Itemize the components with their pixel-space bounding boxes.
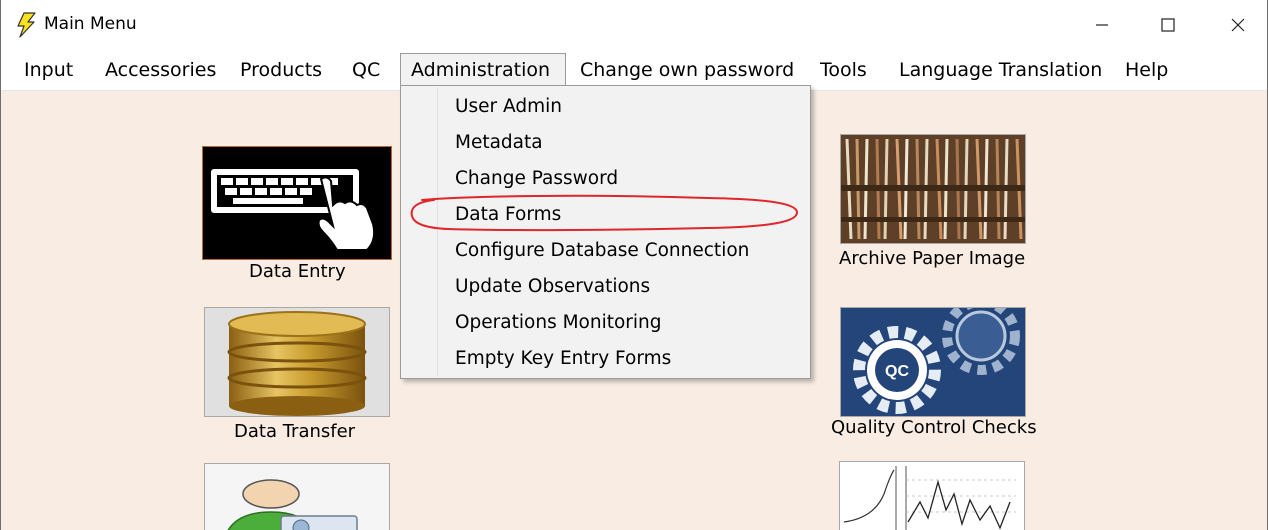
keyboard-hand-icon [202, 146, 392, 260]
menu-item-user-admin[interactable]: User Admin [438, 89, 808, 125]
menu-qc[interactable]: QC [342, 53, 390, 88]
window-title: Main Menu [44, 14, 137, 34]
menu-item-change-password[interactable]: Change Password [438, 161, 808, 197]
user-icon [204, 463, 390, 530]
menu-item-configure-database-connection[interactable]: Configure Database Connection [438, 233, 808, 269]
database-icon [204, 307, 390, 417]
menu-change-own-password[interactable]: Change own password [570, 53, 804, 88]
close-button[interactable] [1202, 0, 1267, 50]
menu-tools[interactable]: Tools [810, 53, 877, 88]
menu-item-metadata[interactable]: Metadata [438, 125, 808, 161]
data-transfer-label: Data Transfer [234, 421, 356, 442]
title-bar: Main Menu [1, 0, 1267, 50]
archive-paper-image-label: Archive Paper Image [839, 248, 1026, 269]
menu-language-translation[interactable]: Language Translation [889, 53, 1112, 88]
close-icon [1231, 18, 1245, 32]
menu-products[interactable]: Products [230, 53, 332, 88]
lightning-bolt-icon [17, 12, 36, 38]
menu-accessories[interactable]: Accessories [95, 53, 226, 88]
menu-item-empty-key-entry-forms[interactable]: Empty Key Entry Forms [438, 341, 808, 377]
minimize-button[interactable] [1066, 0, 1138, 50]
line-chart-icon [839, 461, 1025, 530]
menu-item-operations-monitoring[interactable]: Operations Monitoring [438, 305, 808, 341]
minimize-icon [1096, 24, 1108, 26]
menu-help[interactable]: Help [1115, 53, 1178, 88]
menu-input[interactable]: Input [14, 53, 83, 88]
menu-item-update-observations[interactable]: Update Observations [438, 269, 808, 305]
qc-gears-icon: QC [840, 307, 1026, 417]
menu-item-data-forms[interactable]: Data Forms [438, 197, 808, 233]
maximize-button[interactable] [1132, 0, 1204, 50]
svg-text:QC: QC [885, 363, 909, 380]
quality-control-checks-label: Quality Control Checks [831, 417, 1037, 438]
menu-icon-gutter [402, 87, 438, 377]
administration-dropdown: User Admin Metadata Change Password Data… [400, 85, 811, 379]
paper-archive-icon [840, 134, 1026, 244]
data-entry-label: Data Entry [249, 261, 346, 282]
menu-administration[interactable]: Administration [400, 53, 566, 88]
main-menu-window: Main Menu Input Accessories Products QC … [0, 0, 1268, 530]
maximize-icon [1161, 18, 1175, 32]
